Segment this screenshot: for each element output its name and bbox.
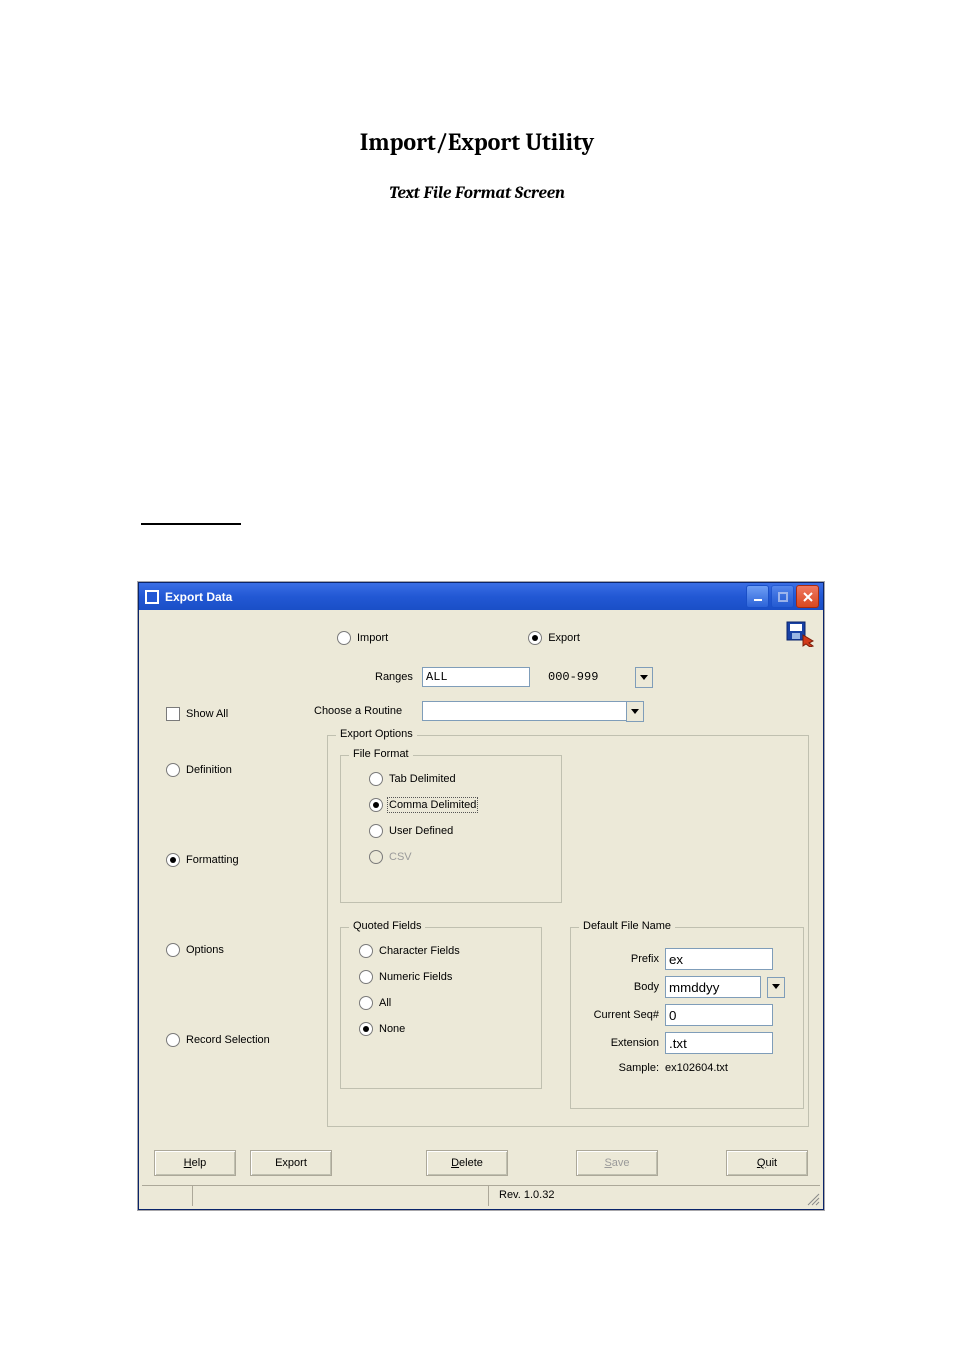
save-button-rest: ave bbox=[612, 1157, 630, 1169]
none-radio-label: None bbox=[379, 1023, 405, 1035]
prefix-input[interactable] bbox=[665, 948, 773, 970]
all-radio-label: All bbox=[379, 997, 391, 1009]
help-button-rest: elp bbox=[192, 1157, 207, 1169]
quit-button[interactable]: Quit bbox=[726, 1150, 808, 1176]
formatting-radio-label: Formatting bbox=[186, 854, 239, 866]
comma-delimited-label: Comma Delimited bbox=[389, 799, 476, 811]
none-radio[interactable]: None bbox=[359, 1022, 460, 1036]
body-label: Body bbox=[579, 981, 659, 993]
default-filename-group: Default File Name Prefix Body Current Se… bbox=[570, 927, 804, 1109]
quit-button-rest: uit bbox=[765, 1157, 777, 1169]
choose-routine-input[interactable] bbox=[422, 701, 630, 721]
resize-grip-icon[interactable] bbox=[804, 1186, 820, 1206]
export-data-window: Export Data bbox=[138, 582, 824, 1210]
comma-delimited-radio[interactable]: Comma Delimited bbox=[369, 798, 476, 812]
revision-label: Rev. 1.0.32 bbox=[489, 1186, 804, 1206]
maximize-button bbox=[771, 585, 794, 608]
user-defined-radio[interactable]: User Defined bbox=[369, 824, 476, 838]
prefix-label: Prefix bbox=[579, 953, 659, 965]
sample-label: Sample: bbox=[579, 1062, 659, 1074]
seq-input[interactable] bbox=[665, 1004, 773, 1026]
save-icon[interactable] bbox=[786, 621, 814, 647]
file-format-group: File Format Tab Delimited Comma Delimite… bbox=[340, 755, 562, 903]
definition-radio-label: Definition bbox=[186, 764, 232, 776]
export-radio[interactable]: Export bbox=[528, 631, 580, 645]
save-button: Save bbox=[576, 1150, 658, 1176]
delete-button[interactable]: Delete bbox=[426, 1150, 508, 1176]
minimize-button[interactable] bbox=[746, 585, 769, 608]
status-bar: Rev. 1.0.32 bbox=[142, 1185, 820, 1206]
export-button[interactable]: Export bbox=[250, 1150, 332, 1176]
page-subtitle: Text File Format Screen bbox=[0, 184, 954, 203]
csv-label: CSV bbox=[389, 851, 412, 863]
csv-radio: CSV bbox=[369, 850, 476, 864]
ranges-label: Ranges bbox=[375, 671, 413, 683]
tab-delimited-radio[interactable]: Tab Delimited bbox=[369, 772, 476, 786]
window-system-icon bbox=[145, 590, 159, 604]
ranges-dropdown-arrow[interactable] bbox=[635, 667, 653, 688]
body-dropdown-arrow[interactable] bbox=[767, 977, 785, 998]
character-fields-radio[interactable]: Character Fields bbox=[359, 944, 460, 958]
quoted-fields-legend: Quoted Fields bbox=[349, 920, 425, 932]
window-title: Export Data bbox=[165, 590, 232, 604]
formatting-radio[interactable]: Formatting bbox=[166, 853, 270, 867]
horizontal-rule bbox=[141, 523, 241, 525]
close-button[interactable] bbox=[796, 585, 819, 608]
sample-value: ex102604.txt bbox=[665, 1062, 728, 1074]
export-button-label: Export bbox=[275, 1157, 307, 1169]
options-radio-label: Options bbox=[186, 944, 224, 956]
character-fields-label: Character Fields bbox=[379, 945, 460, 957]
numeric-fields-radio[interactable]: Numeric Fields bbox=[359, 970, 460, 984]
record-selection-radio-label: Record Selection bbox=[186, 1034, 270, 1046]
show-all-checkbox[interactable]: Show All bbox=[166, 707, 228, 721]
choose-routine-dropdown-arrow[interactable] bbox=[626, 701, 644, 722]
choose-routine-label: Choose a Routine bbox=[314, 705, 402, 717]
quoted-fields-group: Quoted Fields Character Fields Numeric F… bbox=[340, 927, 542, 1089]
extension-input[interactable] bbox=[665, 1032, 773, 1054]
user-defined-label: User Defined bbox=[389, 825, 453, 837]
numeric-fields-label: Numeric Fields bbox=[379, 971, 452, 983]
import-radio-label: Import bbox=[357, 632, 388, 644]
ranges-input[interactable] bbox=[422, 667, 530, 687]
seq-label: Current Seq# bbox=[579, 1009, 659, 1021]
page-title: Import/Export Utility bbox=[0, 128, 954, 156]
import-radio[interactable]: Import bbox=[337, 631, 388, 645]
window-titlebar: Export Data bbox=[139, 583, 823, 610]
delete-button-rest: elete bbox=[459, 1157, 483, 1169]
show-all-label: Show All bbox=[186, 708, 228, 720]
extension-label: Extension bbox=[579, 1037, 659, 1049]
default-filename-legend: Default File Name bbox=[579, 920, 675, 932]
help-button[interactable]: Help bbox=[154, 1150, 236, 1176]
body-input[interactable] bbox=[665, 976, 761, 998]
export-radio-label: Export bbox=[548, 632, 580, 644]
options-radio[interactable]: Options bbox=[166, 943, 270, 957]
export-options-legend: Export Options bbox=[336, 728, 417, 740]
all-radio[interactable]: All bbox=[359, 996, 460, 1010]
definition-radio[interactable]: Definition bbox=[166, 763, 270, 777]
file-format-legend: File Format bbox=[349, 748, 413, 760]
record-selection-radio[interactable]: Record Selection bbox=[166, 1033, 270, 1047]
tab-delimited-label: Tab Delimited bbox=[389, 773, 456, 785]
